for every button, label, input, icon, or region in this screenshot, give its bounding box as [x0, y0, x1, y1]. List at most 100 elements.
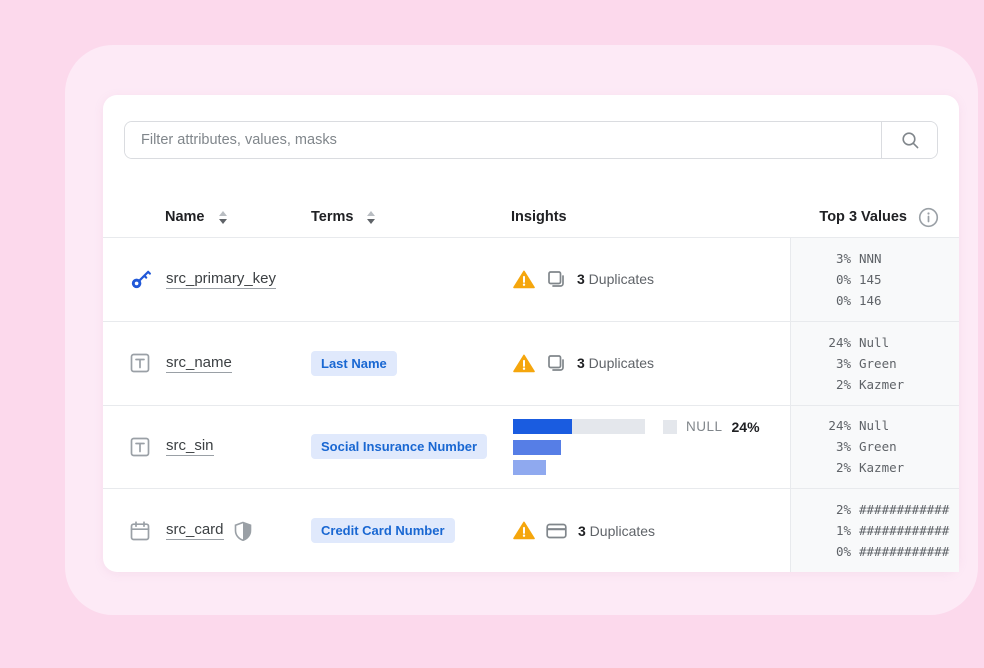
sort-down-icon: [367, 219, 375, 224]
top-value-line: 24% Null: [813, 332, 959, 353]
top-values-cell: 24% Null3%Green2% Kazmer: [790, 322, 959, 405]
table-row: src_card Credit Card Number 3 Duplicates 2%…: [103, 488, 959, 572]
duplicate-count: 3: [578, 523, 586, 539]
column-header-name-label: Name: [165, 209, 205, 225]
top-value-line: 2% ############: [813, 499, 959, 520]
attribute-name-cell: src_card: [163, 521, 311, 541]
duplicate-count: 3: [577, 355, 585, 371]
copy-icon: [546, 269, 566, 289]
column-header-insights: Insights: [511, 209, 790, 225]
top-values-cell: 24%Null3%Green2%Kazmer: [790, 406, 959, 489]
term-chip[interactable]: Social Insurance Number: [311, 434, 487, 459]
warning-icon: [513, 270, 535, 289]
table-row: src_name Last Name 3 Duplicates 24% Null3%Gr…: [103, 321, 959, 405]
table-body: src_primary_key3 Duplicates3%NNN0%1450%1…: [103, 237, 959, 572]
sort-toggle-terms[interactable]: [367, 211, 375, 224]
top-value-percent: 0%: [813, 269, 851, 290]
top-value-text: Null: [859, 415, 959, 436]
top-value-line: 3% NNN: [813, 248, 959, 269]
top-values-cell: 2% ############ 1% ############ 0% ##########…: [790, 489, 959, 572]
top-value-percent: 0%: [813, 541, 851, 562]
term-chip[interactable]: Credit Card Number: [311, 518, 455, 543]
search-bar-container: [103, 95, 959, 159]
insights-cell: 3 Duplicates: [511, 521, 790, 540]
sort-toggle-name[interactable]: [219, 211, 227, 224]
null-legend: NULL 24%: [663, 419, 760, 435]
null-distribution-chart: NULL 24%: [511, 419, 790, 475]
attribute-name-link[interactable]: src_primary_key: [166, 270, 276, 289]
top-value-percent: 3%: [813, 248, 851, 269]
shield-mask-icon: [234, 521, 252, 541]
top-value-text: Kazmer: [859, 374, 959, 395]
warning-icon: [513, 354, 535, 373]
terms-cell: Social Insurance Number: [311, 434, 511, 459]
attributes-table-card: Name Terms Insights Top 3 Values: [103, 95, 959, 572]
terms-cell: Credit Card Number: [311, 518, 511, 543]
top-value-percent: 24%: [813, 415, 851, 436]
top-value-text: NNN: [859, 248, 959, 269]
null-legend-swatch: [663, 420, 677, 434]
sort-down-icon: [219, 219, 227, 224]
insights-cell: 3 Duplicates: [511, 269, 790, 289]
bar-fill: [513, 419, 572, 434]
top-value-percent: 3%: [813, 353, 851, 374]
search-icon: [900, 130, 920, 150]
attribute-name-cell: src_sin: [163, 437, 311, 456]
column-header-top3: Top 3 Values: [790, 207, 959, 228]
terms-cell: Last Name: [311, 351, 511, 376]
bar-fill: [513, 440, 561, 455]
term-chip[interactable]: Last Name: [311, 351, 397, 376]
column-header-terms-label: Terms: [311, 209, 353, 225]
null-legend-label: NULL: [686, 419, 723, 434]
top-value-text: ############: [859, 541, 959, 562]
insight-text: 3 Duplicates: [577, 271, 654, 287]
top-value-text: 146: [859, 290, 959, 311]
table-row: src_primary_key 3 Duplicates 3% NNN 0% 145 0% 1…: [103, 237, 959, 321]
top-value-text: 145: [859, 269, 959, 290]
duplicate-count: 3: [577, 271, 585, 287]
top-value-percent: 0%: [813, 290, 851, 311]
top-value-percent: 24%: [813, 332, 851, 353]
bar-track: [513, 419, 645, 434]
column-header-name: Name: [163, 209, 311, 225]
top-value-percent: 2%: [813, 374, 851, 395]
key-type-icon: [130, 268, 152, 290]
table-header-row: Name Terms Insights Top 3 Values: [103, 197, 959, 237]
warning-icon: [513, 521, 535, 540]
column-header-top3-label: Top 3 Values: [819, 209, 907, 225]
search-box: [124, 121, 938, 159]
info-icon[interactable]: [918, 207, 939, 228]
credit-card-icon: [546, 522, 567, 540]
attribute-type-cell: [103, 268, 163, 290]
top-value-percent: 1%: [813, 520, 851, 541]
attribute-name-link[interactable]: src_card: [166, 521, 224, 540]
search-input[interactable]: [125, 122, 881, 158]
text-type-icon: [130, 437, 150, 457]
insight-text: 3 Duplicates: [577, 355, 654, 371]
top-value-text: Null: [859, 332, 959, 353]
attribute-name-cell: src_name: [163, 354, 311, 373]
attribute-name-link[interactable]: src_sin: [166, 437, 214, 456]
top-value-text: ############: [859, 499, 959, 520]
attribute-name-link[interactable]: src_name: [166, 354, 232, 373]
bar-row: NULL 24%: [513, 419, 790, 435]
top-value-text: Kazmer: [859, 457, 959, 478]
attribute-type-cell: [103, 437, 163, 457]
top-value-line: 3%Green: [813, 353, 959, 374]
attribute-type-cell: [103, 521, 163, 541]
attribute-name-cell: src_primary_key: [163, 270, 311, 289]
table-row: src_sin Social Insurance Number NULL 24% 24%…: [103, 405, 959, 489]
null-legend-value: 24%: [732, 419, 760, 435]
top-value-line: 2% Kazmer: [813, 374, 959, 395]
top-value-line: 1% ############: [813, 520, 959, 541]
bar-fill: [513, 460, 546, 475]
top-value-text: ############: [859, 520, 959, 541]
text-type-icon: [130, 353, 150, 373]
column-header-terms: Terms: [311, 209, 511, 225]
sort-up-icon: [367, 211, 375, 216]
top-value-percent: 2%: [813, 499, 851, 520]
top-value-line: 2%Kazmer: [813, 457, 959, 478]
top-value-line: 0% 146: [813, 290, 959, 311]
search-button[interactable]: [881, 122, 937, 158]
top-value-line: 0% 145: [813, 269, 959, 290]
